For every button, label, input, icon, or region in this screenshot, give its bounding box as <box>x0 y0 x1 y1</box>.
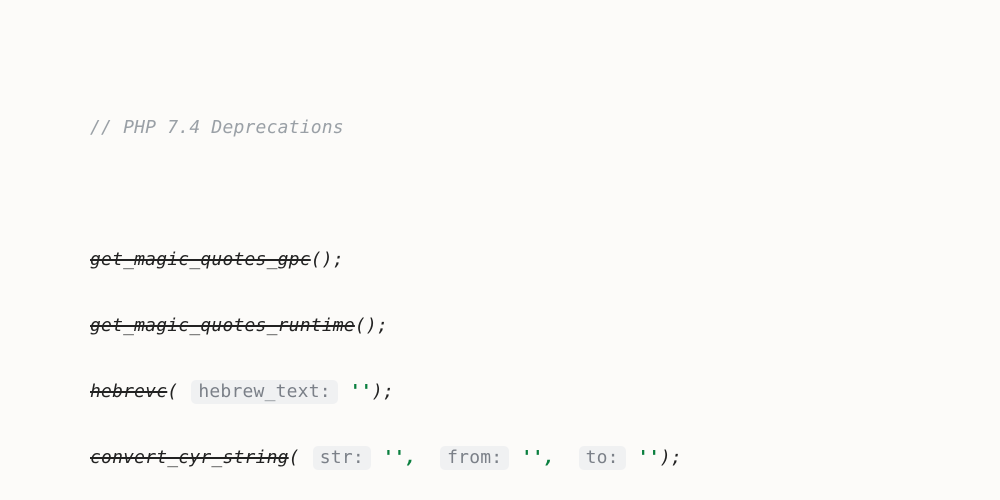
param-hint: from: <box>440 446 509 470</box>
param-hint: to: <box>579 446 626 470</box>
code-line: convert_cyr_string( str: '', from: '', t… <box>90 441 1000 474</box>
code-line: get_magic_quotes_runtime(); <box>90 309 1000 342</box>
param-hint: hebrew_text: <box>191 380 337 404</box>
code-line: hebrevc( hebrew_text: ''); <box>90 375 1000 408</box>
param-hint: str: <box>313 446 371 470</box>
code-block: // PHP 7.4 Deprecations get_magic_quotes… <box>0 0 1000 500</box>
code-line: get_magic_quotes_gpc(); <box>90 243 1000 276</box>
comment-line: // PHP 7.4 Deprecations <box>90 117 344 138</box>
